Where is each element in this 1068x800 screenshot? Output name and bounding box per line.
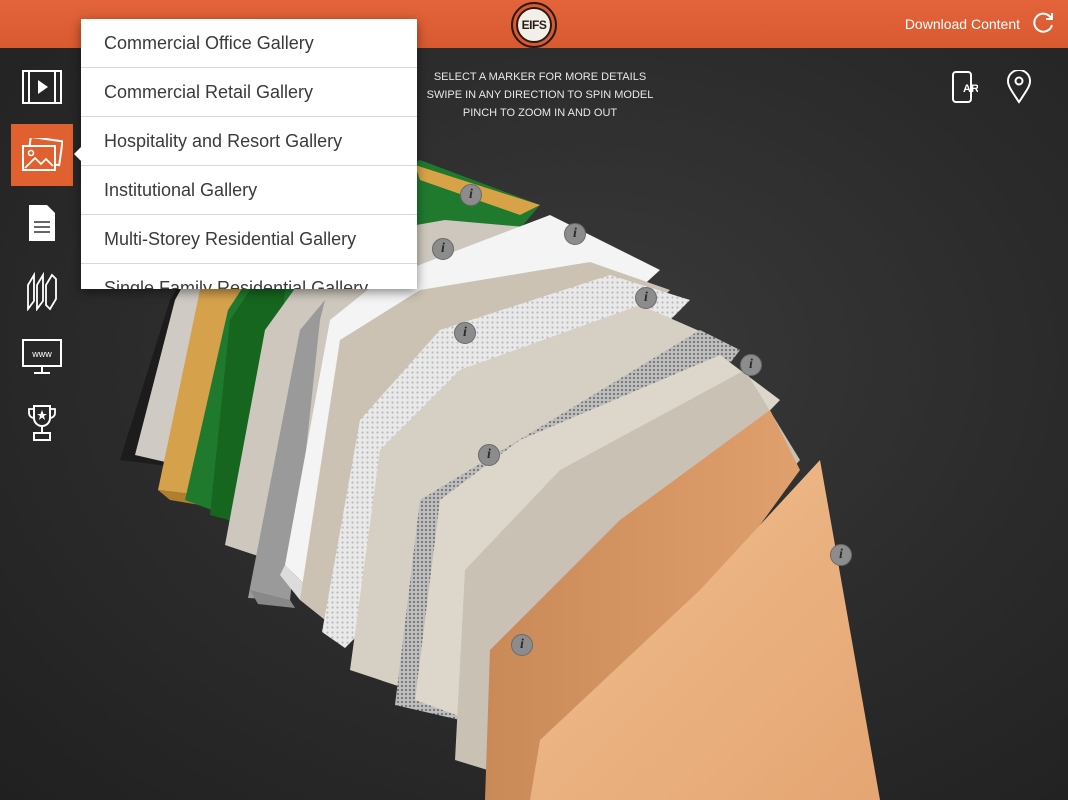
instruction-line: Select a marker for more details	[433, 71, 647, 83]
video-icon	[22, 70, 62, 104]
sidebar: www	[0, 48, 82, 800]
layers-icon	[27, 271, 57, 311]
instructions: Select a marker for more details Swipe i…	[420, 68, 660, 122]
info-marker[interactable]: i	[454, 322, 476, 344]
menu-item-multi-storey-residential[interactable]: Multi-Storey Residential Gallery	[81, 215, 417, 264]
gallery-icon	[22, 138, 63, 171]
info-marker[interactable]: i	[432, 238, 454, 260]
menu-pointer	[74, 146, 82, 162]
info-marker[interactable]: i	[478, 444, 500, 466]
refresh-icon[interactable]	[1030, 10, 1056, 36]
logo-text: EIFS	[516, 7, 552, 43]
menu-item-commercial-office[interactable]: Commercial Office Gallery	[81, 19, 417, 68]
ar-phone-icon[interactable]: AR	[950, 70, 978, 104]
info-marker[interactable]: i	[740, 354, 762, 376]
info-marker[interactable]: i	[830, 544, 852, 566]
info-marker[interactable]: i	[635, 287, 657, 309]
menu-item-hospitality-resort[interactable]: Hospitality and Resort Gallery	[81, 117, 417, 166]
sidebar-item-awards[interactable]	[11, 392, 73, 454]
website-icon: www	[22, 339, 62, 374]
sidebar-item-video[interactable]	[11, 56, 73, 118]
sidebar-item-documents[interactable]	[11, 192, 73, 254]
instruction-line: Pinch to zoom in and out	[462, 107, 618, 119]
award-icon	[28, 405, 56, 441]
svg-text:www: www	[31, 349, 52, 359]
eifs-logo: EIFS	[511, 2, 557, 48]
info-marker[interactable]: i	[511, 634, 533, 656]
info-marker[interactable]: i	[564, 223, 586, 245]
gallery-menu: Commercial Office Gallery Commercial Ret…	[81, 19, 417, 289]
menu-item-single-family-residential[interactable]: Single Family Residential Gallery	[81, 264, 417, 289]
svg-text:AR: AR	[963, 83, 978, 95]
sidebar-item-layers[interactable]	[11, 260, 73, 322]
menu-item-commercial-retail[interactable]: Commercial Retail Gallery	[81, 68, 417, 117]
info-marker[interactable]: i	[460, 184, 482, 206]
menu-item-institutional[interactable]: Institutional Gallery	[81, 166, 417, 215]
instruction-line: Swipe in any direction to spin model	[426, 89, 654, 101]
sidebar-item-gallery[interactable]	[11, 124, 73, 186]
document-icon	[29, 205, 55, 241]
download-content-button[interactable]: Download Content	[905, 16, 1020, 32]
sidebar-item-website[interactable]: www	[11, 326, 73, 388]
location-pin-icon[interactable]	[1006, 70, 1032, 104]
